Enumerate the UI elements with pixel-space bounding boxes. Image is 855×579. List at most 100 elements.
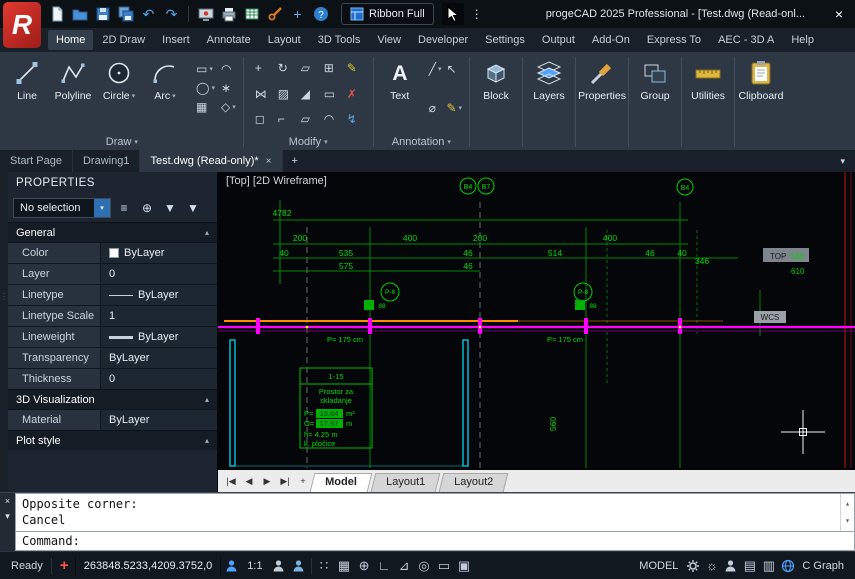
tab-aec-3d[interactable]: AEC - 3D A xyxy=(710,30,782,50)
save-all-button[interactable] xyxy=(115,4,136,25)
utilities-button[interactable]: Utilities xyxy=(685,54,731,150)
hatch-tool-button[interactable]: ▦ xyxy=(196,99,215,115)
graphics-mode[interactable]: C Graph xyxy=(797,560,849,572)
sheet-button[interactable] xyxy=(241,4,262,25)
last-tab-button[interactable]: ▶| xyxy=(276,476,294,487)
tab-output[interactable]: Output xyxy=(534,30,583,50)
tab-2d-draw[interactable]: 2D Draw xyxy=(94,30,153,50)
layout1-tab[interactable]: Layout1 xyxy=(370,473,440,492)
ribbon-full-toggle[interactable]: Ribbon Full xyxy=(341,3,434,25)
next-tab-button[interactable]: ▶ xyxy=(258,476,276,487)
tab-layout[interactable]: Layout xyxy=(260,30,309,50)
tab-insert[interactable]: Insert xyxy=(154,30,198,50)
ellipse-tool-button[interactable]: ◯▾ xyxy=(196,80,215,96)
circle-tool-button[interactable]: Circle▾ xyxy=(96,54,142,134)
select-objects-button[interactable]: ▼ xyxy=(160,198,180,218)
mirror-tool-button[interactable]: ⋈ xyxy=(255,87,274,109)
doc-tab-drawing1[interactable]: Drawing1 xyxy=(73,150,140,172)
rectangle-tool-button[interactable]: ▭▾ xyxy=(196,61,215,77)
save-button[interactable] xyxy=(92,4,113,25)
command-expand-icon[interactable]: ▾ xyxy=(5,511,10,522)
polyline-tool-button[interactable]: Polyline xyxy=(50,54,96,134)
command-history[interactable]: Opposite corner: Cancel ▴ ▾ xyxy=(15,493,855,531)
add-button[interactable]: + xyxy=(287,4,308,25)
new-tab-button[interactable]: + xyxy=(283,155,307,167)
coordinates-readout[interactable]: 263848.5233,4209.3752,0 xyxy=(75,556,221,576)
fillet-tool-button[interactable]: ◠ xyxy=(324,112,343,134)
online-button[interactable] xyxy=(778,556,797,576)
ortho-toggle[interactable]: ∟ xyxy=(375,556,394,576)
linear-dimension-button[interactable]: ╱▾ xyxy=(429,61,442,77)
rotate-tool-button[interactable]: ↻ xyxy=(278,61,297,83)
tile-horizontal-button[interactable]: ▤ xyxy=(740,556,759,576)
tab-close-icon[interactable]: × xyxy=(266,156,272,167)
annotation-visibility-toggle[interactable]: ☼ xyxy=(702,556,721,576)
annotation-scale[interactable]: 1:1 xyxy=(242,560,267,572)
pick-add-toggle-button[interactable]: ≡ xyxy=(114,198,134,218)
tab-help[interactable]: Help xyxy=(783,30,822,50)
doc-tab-test-dwg[interactable]: Test.dwg (Read-only)* × xyxy=(140,150,282,172)
polygon-tool-button[interactable]: ◇▾ xyxy=(221,99,236,115)
line-tool-button[interactable]: Line xyxy=(4,54,50,134)
point-tool-button[interactable]: ∗ xyxy=(221,80,236,96)
tab-express-tools[interactable]: Express To xyxy=(639,30,709,50)
lineweight-toggle[interactable]: ▭ xyxy=(435,556,454,576)
new-file-button[interactable] xyxy=(46,4,67,25)
offset-tool-button[interactable]: ▱ xyxy=(301,112,320,134)
plot-preview-button[interactable] xyxy=(195,4,216,25)
snap-toggle[interactable]: ⊕ xyxy=(355,556,374,576)
user-edit-button[interactable] xyxy=(269,556,288,576)
dimension-style-button[interactable]: ✎▾ xyxy=(446,100,462,116)
tab-view[interactable]: View xyxy=(369,30,409,50)
diameter-dimension-button[interactable]: ⌀ xyxy=(429,100,442,116)
tools-button[interactable] xyxy=(264,4,285,25)
array-tool-button[interactable]: ⊞ xyxy=(324,61,343,83)
clipboard-button[interactable]: Clipboard xyxy=(738,54,784,150)
explode-tool-button[interactable]: ↯ xyxy=(347,112,366,134)
tab-add-on[interactable]: Add-On xyxy=(584,30,638,50)
tab-annotate[interactable]: Annotate xyxy=(199,30,259,50)
group-button[interactable]: Group xyxy=(632,54,678,150)
user-check-button[interactable] xyxy=(289,556,308,576)
stretch-tool-button[interactable]: ▭ xyxy=(324,87,343,109)
filter-button[interactable]: ▼ xyxy=(183,198,203,218)
command-scrollbar[interactable]: ▴ ▾ xyxy=(840,494,854,531)
section-general[interactable]: General▴ xyxy=(8,222,217,242)
first-tab-button[interactable]: |◀ xyxy=(222,476,240,487)
prev-tab-button[interactable]: ◀ xyxy=(240,476,258,487)
section-3d-visualization[interactable]: 3D Visualization▴ xyxy=(8,389,217,409)
tab-settings[interactable]: Settings xyxy=(477,30,533,50)
app-logo[interactable]: R xyxy=(3,2,41,48)
tab-developer[interactable]: Developer xyxy=(410,30,476,50)
dynamic-ucs-toggle[interactable]: ▣ xyxy=(455,556,474,576)
chamfer-tool-button[interactable]: ◢ xyxy=(301,87,320,109)
color-swatch[interactable] xyxy=(109,248,119,258)
model-tab[interactable]: Model xyxy=(310,473,373,492)
text-tool-button[interactable]: A Text xyxy=(377,54,423,134)
panel-grip[interactable]: ⋮ xyxy=(0,172,8,492)
move-tool-button[interactable]: + xyxy=(255,61,274,83)
layers-button[interactable]: Layers xyxy=(526,54,572,150)
settings-button[interactable] xyxy=(683,556,702,576)
grid-dots-toggle[interactable]: ∷ xyxy=(315,556,334,576)
osnap-toggle[interactable]: ◎ xyxy=(415,556,434,576)
print-button[interactable] xyxy=(218,4,239,25)
open-button[interactable] xyxy=(69,4,90,25)
dropdown-chevron-icon[interactable]: ▾ xyxy=(94,199,110,217)
scroll-up-icon[interactable]: ▴ xyxy=(845,496,850,512)
polar-toggle[interactable]: ⊿ xyxy=(395,556,414,576)
erase-tool-button[interactable]: ✗ xyxy=(347,87,366,109)
modify-panel-label[interactable]: Modify▾ xyxy=(247,134,370,150)
arc-tool-button[interactable]: Arc▾ xyxy=(142,54,188,134)
redo-button[interactable]: ↷ xyxy=(161,4,182,25)
tab-3d-tools[interactable]: 3D Tools xyxy=(310,30,369,50)
hatch-edit-tool-button[interactable]: ▨ xyxy=(278,87,297,109)
quick-select-button[interactable]: ⊕ xyxy=(137,198,157,218)
selection-dropdown[interactable]: No selection ▾ xyxy=(13,198,111,218)
leader-button[interactable]: ↖ xyxy=(446,61,462,77)
model-space-toggle[interactable]: MODEL xyxy=(634,560,683,572)
undo-button[interactable]: ↶ xyxy=(138,4,159,25)
tab-home[interactable]: Home xyxy=(48,30,93,50)
help-button[interactable]: ? xyxy=(310,4,331,25)
viewport-controls[interactable]: [Top] [2D Wireframe] xyxy=(226,175,327,187)
